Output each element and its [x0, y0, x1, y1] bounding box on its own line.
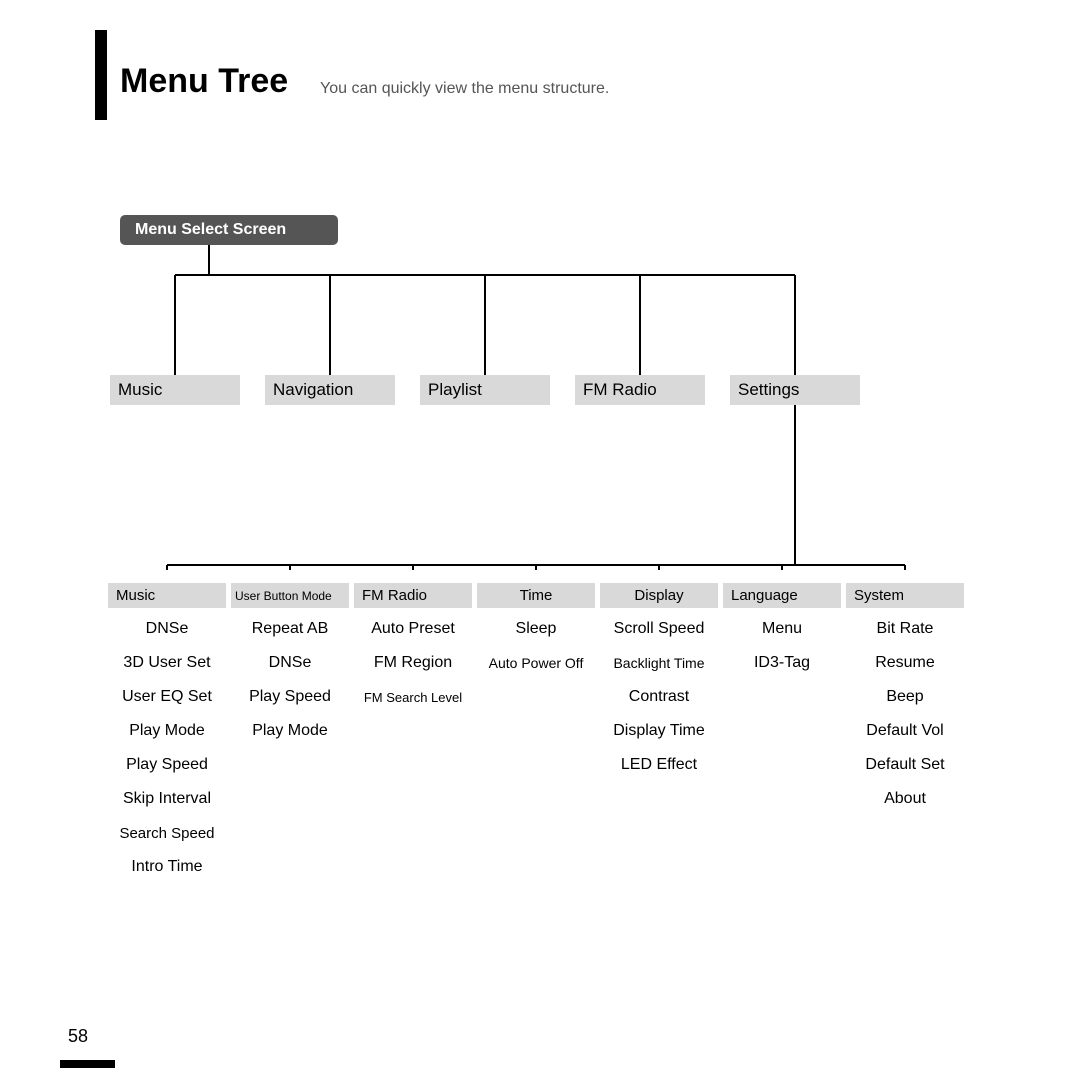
- connector-lines: [100, 230, 965, 570]
- page-title: Menu Tree: [120, 62, 288, 101]
- c0-4: Play Speed: [108, 751, 226, 779]
- c1-0: Repeat AB: [231, 615, 349, 643]
- page-subtitle: You can quickly view the menu structure.: [320, 80, 609, 98]
- c1-2: Play Speed: [231, 683, 349, 711]
- c6-4: Default Set: [846, 751, 964, 779]
- c4-4: LED Effect: [600, 751, 718, 779]
- c2-0: Auto Preset: [354, 615, 472, 643]
- c6-1: Resume: [846, 649, 964, 677]
- l2-language: Language: [723, 583, 841, 608]
- c6-2: Beep: [846, 683, 964, 711]
- l2-display: Display: [600, 583, 718, 608]
- footer-marker: [60, 1060, 115, 1068]
- c1-3: Play Mode: [231, 717, 349, 745]
- c0-7: Intro Time: [108, 853, 226, 881]
- c0-2: User EQ Set: [108, 683, 226, 711]
- l2-music: Music: [108, 583, 226, 608]
- c4-1: Backlight Time: [600, 649, 718, 677]
- l2-system: System: [846, 583, 964, 608]
- c2-1: FM Region: [354, 649, 472, 677]
- l2-time: Time: [477, 583, 595, 608]
- c0-5: Skip Interval: [108, 785, 226, 813]
- c4-3: Display Time: [600, 717, 718, 745]
- c4-2: Contrast: [600, 683, 718, 711]
- c2-2: FM Search Level: [354, 683, 472, 711]
- c6-5: About: [846, 785, 964, 813]
- c4-0: Scroll Speed: [600, 615, 718, 643]
- c3-0: Sleep: [477, 615, 595, 643]
- c0-0: DNSe: [108, 615, 226, 643]
- c3-1: Auto Power Off: [477, 649, 595, 677]
- c0-1: 3D User Set: [108, 649, 226, 677]
- page-number: 58: [68, 1026, 88, 1047]
- c6-3: Default Vol: [846, 717, 964, 745]
- c5-1: ID3-Tag: [723, 649, 841, 677]
- c5-0: Menu: [723, 615, 841, 643]
- l2-fmradio: FM Radio: [354, 583, 472, 608]
- c1-1: DNSe: [231, 649, 349, 677]
- c6-0: Bit Rate: [846, 615, 964, 643]
- header-marker: [95, 30, 107, 120]
- c0-6: Search Speed: [108, 819, 226, 847]
- c0-3: Play Mode: [108, 717, 226, 745]
- l2-userbutton: User Button Mode: [231, 583, 349, 608]
